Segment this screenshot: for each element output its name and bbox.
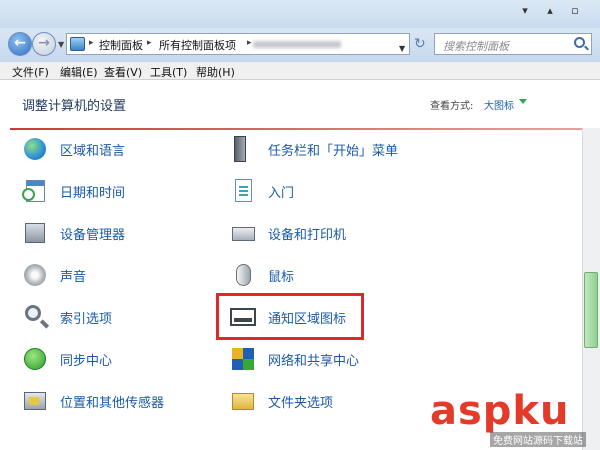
item-label: 区域和语言 xyxy=(60,143,126,159)
watermark-logo: aspku xyxy=(430,388,570,434)
item-network-sharing-center[interactable]: 网络和共享中心 xyxy=(228,342,359,376)
minimize-button[interactable]: ▾ xyxy=(518,4,532,18)
item-sound[interactable]: 声音 xyxy=(20,258,86,292)
network-icon xyxy=(228,344,258,374)
item-label: 声音 xyxy=(60,269,87,285)
breadcrumb-separator[interactable]: ▸ xyxy=(247,38,252,48)
item-label: 同步中心 xyxy=(60,353,113,369)
menu-file[interactable]: 文件(F) xyxy=(12,64,49,80)
highlight-box xyxy=(216,293,364,340)
refresh-icon[interactable]: ↻ xyxy=(414,36,426,52)
history-dropdown-icon[interactable]: ▼ xyxy=(58,40,64,49)
close-button[interactable]: ▫ xyxy=(568,4,582,18)
item-folder-options[interactable]: 文件夹选项 xyxy=(228,384,333,418)
folder-icon xyxy=(228,386,258,416)
item-devices-printers[interactable]: 设备和打印机 xyxy=(228,216,346,250)
address-dropdown-icon[interactable]: ▼ xyxy=(399,44,405,53)
arrow-right-icon: → xyxy=(38,35,50,51)
back-button[interactable]: ← xyxy=(8,32,32,56)
menu-tools[interactable]: 工具(T) xyxy=(150,64,187,80)
item-date-time[interactable]: 日期和时间 xyxy=(20,174,125,208)
printer-icon xyxy=(228,218,258,248)
mouse-icon xyxy=(228,260,258,290)
view-by-dropdown[interactable]: 大图标 xyxy=(484,97,514,112)
view-by-label: 查看方式: xyxy=(430,101,474,112)
navigation-bar: ← → ▼ ▸ 控制面板 ▸ 所有控制面板项 ▸ ▼ ↻ 搜索控制面板 xyxy=(0,28,600,62)
menu-help[interactable]: 帮助(H) xyxy=(196,64,235,80)
magnifier-icon xyxy=(20,302,50,332)
address-bar[interactable]: ▸ 控制面板 ▸ 所有控制面板项 ▸ ▼ xyxy=(66,33,410,55)
item-indexing-options[interactable]: 索引选项 xyxy=(20,300,112,334)
menu-view[interactable]: 查看(V) xyxy=(104,64,142,80)
menu-bar: 文件(F) 编辑(E) 查看(V) 工具(T) 帮助(H) xyxy=(0,62,600,80)
item-getting-started[interactable]: 入门 xyxy=(228,174,294,208)
item-label: 设备管理器 xyxy=(60,227,126,243)
page-title: 调整计算机的设置 xyxy=(22,99,127,114)
content-header: 调整计算机的设置 查看方式: 大图标 xyxy=(0,80,600,128)
view-by-caret-icon[interactable] xyxy=(519,99,527,104)
blurred-breadcrumb xyxy=(253,41,341,48)
scrollbar-thumb[interactable] xyxy=(584,272,598,348)
item-label: 入门 xyxy=(268,185,295,201)
device-manager-icon xyxy=(20,218,50,248)
getting-started-icon xyxy=(228,176,258,206)
maximize-button[interactable]: ▴ xyxy=(543,4,557,18)
sensor-icon xyxy=(20,386,50,416)
item-location-sensors[interactable]: 位置和其他传感器 xyxy=(20,384,164,418)
item-device-manager[interactable]: 设备管理器 xyxy=(20,216,125,250)
forward-button[interactable]: → xyxy=(32,32,56,56)
item-mouse[interactable]: 鼠标 xyxy=(228,258,294,292)
item-label: 设备和打印机 xyxy=(268,227,347,243)
breadcrumb-separator[interactable]: ▸ xyxy=(89,38,94,48)
globe-icon xyxy=(20,134,50,164)
watermark-subtitle: 免费网站源码下载站 xyxy=(490,432,586,447)
arrow-left-icon: ← xyxy=(14,35,26,51)
item-sync-center[interactable]: 同步中心 xyxy=(20,342,112,376)
item-region-language[interactable]: 区域和语言 xyxy=(20,132,125,166)
menu-edit[interactable]: 编辑(E) xyxy=(60,64,98,80)
item-taskbar-start-menu[interactable]: 任务栏和「开始」菜单 xyxy=(228,132,398,166)
search-icon[interactable] xyxy=(574,37,585,48)
speaker-icon xyxy=(20,260,50,290)
breadcrumb-control-panel[interactable]: 控制面板 xyxy=(99,37,143,53)
item-label: 日期和时间 xyxy=(60,185,126,201)
search-placeholder: 搜索控制面板 xyxy=(443,40,509,53)
taskbar-icon xyxy=(228,134,258,164)
breadcrumb-separator[interactable]: ▸ xyxy=(147,38,152,48)
item-label: 文件夹选项 xyxy=(268,395,334,411)
item-label: 网络和共享中心 xyxy=(268,353,360,369)
title-bar: ▾ ▴ ▫ xyxy=(0,0,600,28)
calendar-clock-icon xyxy=(20,176,50,206)
item-label: 位置和其他传感器 xyxy=(60,395,165,411)
control-panel-icon xyxy=(70,37,85,51)
breadcrumb-all-items[interactable]: 所有控制面板项 xyxy=(159,37,236,53)
item-label: 鼠标 xyxy=(268,269,295,285)
sync-icon xyxy=(20,344,50,374)
item-label: 任务栏和「开始」菜单 xyxy=(268,143,399,159)
item-label: 索引选项 xyxy=(60,311,113,327)
search-input[interactable]: 搜索控制面板 xyxy=(434,33,592,55)
